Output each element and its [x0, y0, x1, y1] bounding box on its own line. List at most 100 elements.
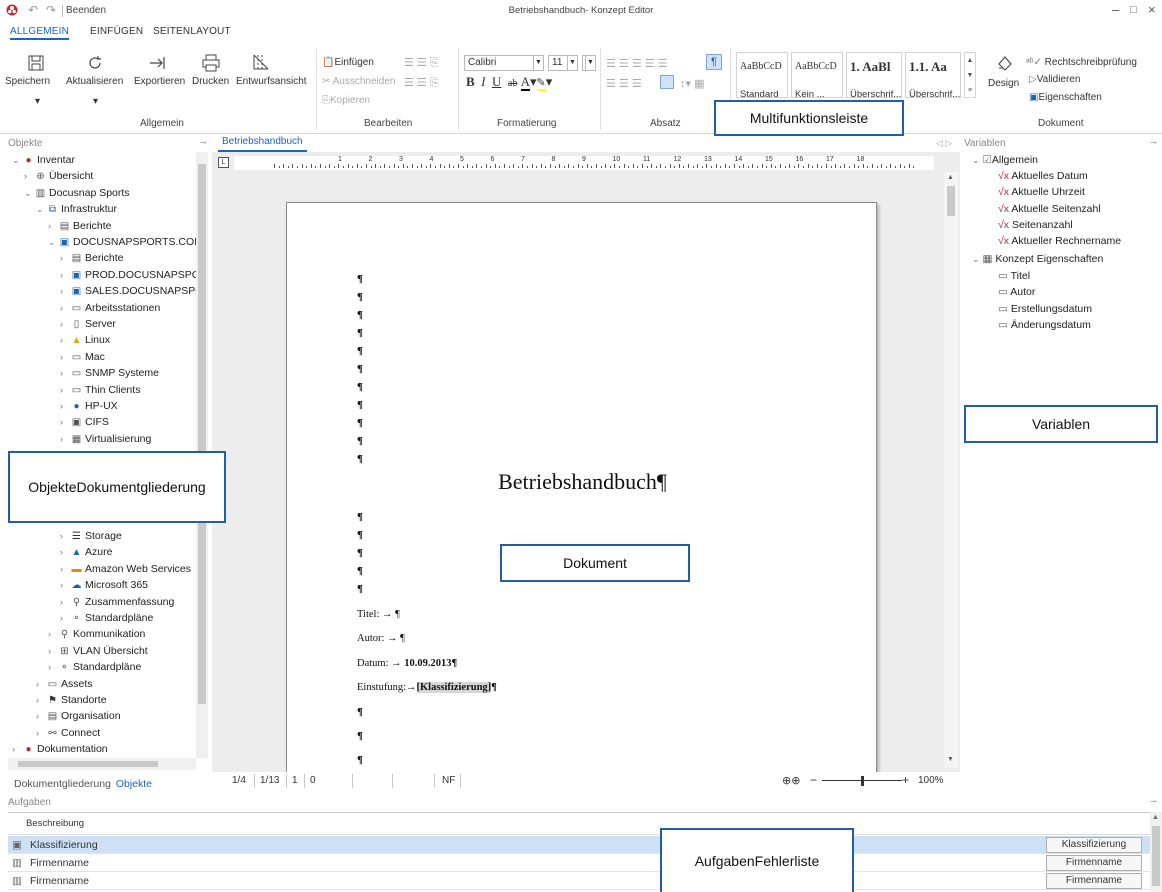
paragraph-mark[interactable]: ¶	[357, 363, 363, 375]
style-tile-heading1[interactable]: 1. AaBl Überschrif...	[846, 52, 902, 98]
highlight-button[interactable]: ✎	[536, 77, 546, 91]
chevron-down-icon[interactable]: ⌄	[12, 152, 22, 168]
list-outdent-icons[interactable]: ☰ ☰ ⎘	[404, 76, 439, 90]
maximize-button[interactable]: □	[1130, 4, 1137, 16]
tree-item[interactable]: › ⊕ Übersicht	[24, 168, 93, 184]
chevron-right-icon[interactable]: ›	[60, 332, 70, 348]
tab-einfuegen[interactable]: EINFÜGEN	[90, 26, 143, 37]
task-action-button[interactable]: Klassifizierung	[1046, 837, 1142, 853]
spacing-buttons[interactable]: ↕▾ ▦	[680, 77, 704, 90]
justify-button[interactable]	[660, 75, 674, 89]
variable-item[interactable]: ▭ Titel	[998, 268, 1030, 284]
tree-item[interactable]: › ▭ Arbeitsstationen	[60, 300, 160, 316]
tree-item[interactable]: › ⚬ Standardpläne	[48, 659, 141, 675]
chevron-down-icon[interactable]: ⌄	[48, 234, 58, 250]
chevron-right-icon[interactable]: ›	[60, 250, 70, 266]
paragraph-mark[interactable]: ¶	[357, 754, 363, 766]
zoom-in-button[interactable]: +	[902, 773, 909, 787]
variable-item[interactable]: √x Aktuelle Seitenzahl	[998, 201, 1101, 217]
tree-item[interactable]: › ⚑ Standorte	[36, 692, 107, 708]
left-tree-hscrollbar[interactable]	[8, 758, 196, 770]
table-row[interactable]: ▣ Klassifizierung Klassifizierung	[8, 836, 1150, 854]
cut-button[interactable]: ✂ Ausschneiden	[322, 76, 395, 87]
tree-item[interactable]: › ⊞ VLAN Übersicht	[48, 643, 148, 659]
variable-group-allgemein[interactable]: ⌄ ☑Allgemein	[972, 152, 1038, 168]
column-header-beschreibung[interactable]: Beschreibung	[26, 813, 84, 835]
chevron-right-icon[interactable]: ›	[60, 528, 70, 544]
chevron-right-icon[interactable]: ›	[60, 561, 70, 577]
pin-icon[interactable]: ⊸	[200, 138, 207, 147]
refresh-button[interactable]: Aktualisieren	[66, 76, 123, 87]
style-gallery-scroll[interactable]: ▲ ▼ ≡	[964, 52, 976, 98]
document-page[interactable]: Betriebshandbuch¶ Titel: → ¶ Autor: → ¶ …	[286, 202, 877, 782]
zoom-out-button[interactable]: −	[810, 773, 817, 787]
tree-item[interactable]: › ▭ Assets	[36, 676, 93, 692]
print-button[interactable]: Drucken	[192, 76, 229, 87]
tree-item[interactable]: ⌄ ● Inventar	[12, 152, 75, 168]
tree-item[interactable]: › ▤ Berichte	[60, 250, 124, 266]
tree-item[interactable]: › ▭ Thin Clients	[60, 382, 140, 398]
italic-button[interactable]: I	[481, 74, 485, 89]
bold-button[interactable]: B	[466, 74, 475, 89]
tab-scroll-arrows[interactable]: ◁ ▷	[936, 138, 952, 149]
tree-item[interactable]: › ▭ SNMP Systeme	[60, 365, 159, 381]
tab-objekte[interactable]: Objekte	[116, 778, 152, 790]
tree-item[interactable]: › ▲ Linux	[60, 332, 110, 348]
paragraph-mark[interactable]: ¶	[357, 309, 363, 321]
paragraph-mark[interactable]: ¶	[357, 399, 363, 411]
font-family-select[interactable]: Calibri ▼	[464, 55, 544, 71]
variable-item[interactable]: √x Aktuelle Uhrzeit	[998, 184, 1085, 200]
chevron-right-icon[interactable]: ›	[60, 594, 70, 610]
chevron-down-icon[interactable]: ⌄	[36, 201, 46, 217]
tree-item[interactable]: › ▯ Server	[60, 316, 116, 332]
paragraph-mark[interactable]: ¶	[357, 435, 363, 447]
scrollbar-thumb[interactable]	[947, 186, 955, 216]
chevron-right-icon[interactable]: ›	[48, 626, 58, 642]
close-button[interactable]: ×	[1148, 2, 1156, 17]
table-row[interactable]: ▥ Firmenname Firmenname	[8, 854, 1150, 872]
scroll-up-icon[interactable]: ▲	[947, 174, 954, 181]
paragraph-mark[interactable]: ¶	[357, 565, 363, 577]
tree-item[interactable]: › ▤ Berichte	[48, 218, 112, 234]
paragraph-mark[interactable]: ¶	[357, 730, 363, 742]
chevron-right-icon[interactable]: ›	[60, 300, 70, 316]
variable-item[interactable]: √x Seitenanzahl	[998, 217, 1073, 233]
paragraph-mark[interactable]: ¶	[357, 327, 363, 339]
tree-item[interactable]: › ⚬ Standardpläne	[60, 610, 153, 626]
tree-item[interactable]: › ▣ CIFS	[60, 414, 109, 430]
scroll-down-icon[interactable]: ▼	[947, 756, 954, 763]
font-color-button[interactable]: A	[520, 74, 530, 91]
font-size-select[interactable]: 11 ▼	[548, 55, 578, 71]
style-tile-kein[interactable]: AaBbCcD Kein ...	[791, 52, 843, 98]
refresh-dropdown-icon[interactable]: ▾	[93, 96, 98, 107]
scroll-up-icon[interactable]: ▲	[1152, 814, 1159, 821]
strikethrough-button[interactable]: ab	[508, 78, 517, 89]
chevron-right-icon[interactable]: ›	[60, 577, 70, 593]
tree-item[interactable]: ⌄ ⧉ Infrastruktur	[36, 201, 117, 217]
chevron-right-icon[interactable]: ›	[36, 692, 46, 708]
chevron-right-icon[interactable]: ›	[36, 676, 46, 692]
paragraph-mark[interactable]: ¶	[357, 453, 363, 465]
underline-button[interactable]: U	[492, 74, 501, 89]
validate-button[interactable]: ▷Validieren	[1029, 74, 1080, 85]
field-autor[interactable]: Autor: → ¶	[357, 633, 405, 644]
paragraph-mark[interactable]: ¶	[357, 273, 363, 285]
tree-item[interactable]: › ▤ Organisation	[36, 708, 121, 724]
minimize-button[interactable]: –	[1112, 2, 1119, 17]
paragraph-mark[interactable]: ¶	[357, 381, 363, 393]
show-formatting-button[interactable]: ¶	[706, 54, 722, 70]
chevron-right-icon[interactable]: ›	[60, 398, 70, 414]
field-datum[interactable]: Datum: → 10.09.2013¶	[357, 658, 457, 669]
chevron-right-icon[interactable]: ›	[60, 349, 70, 365]
chevron-right-icon[interactable]: ›	[60, 382, 70, 398]
tree-item[interactable]: › ⚲ Kommunikation	[48, 626, 145, 642]
font-size-extra-dropdown[interactable]: ▼	[582, 55, 596, 71]
chevron-right-icon[interactable]: ›	[60, 283, 70, 299]
zoom-fit-icon[interactable]: ⊕⊕	[782, 774, 800, 787]
paragraph-mark[interactable]: ¶	[357, 583, 363, 595]
document-scrollbar[interactable]: ▲ ▼	[944, 172, 958, 768]
paragraph-mark[interactable]: ¶	[357, 511, 363, 523]
tree-item[interactable]: › ☁ Microsoft 365	[60, 577, 148, 593]
tree-item[interactable]: › ● HP-UX	[60, 398, 118, 414]
export-button[interactable]: Exportieren	[134, 76, 185, 87]
